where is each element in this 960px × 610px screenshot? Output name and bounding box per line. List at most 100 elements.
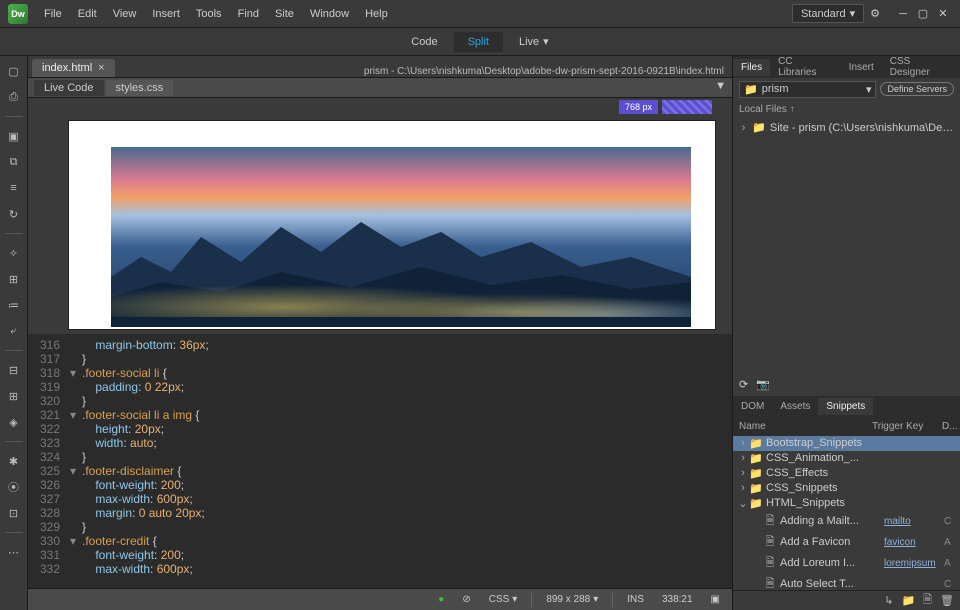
- indent-icon[interactable]: ≡: [5, 179, 23, 197]
- snippet-file[interactable]: 🗎Add Loreum I...loremipsumA: [733, 553, 960, 574]
- menu-window[interactable]: Window: [302, 4, 357, 24]
- code-line[interactable]: 319 padding: 0 22px;: [28, 380, 732, 394]
- site-root-label: Site - prism (C:\Users\nishkuma\Desktop\…: [770, 122, 954, 134]
- panel-tab-css-designer[interactable]: CSS Designer: [882, 53, 960, 81]
- breakpoint-ruler[interactable]: 768 px: [28, 98, 732, 116]
- navigate-icon[interactable]: ◈: [5, 413, 23, 431]
- code-line[interactable]: 328 margin: 0 auto 20px;: [28, 506, 732, 520]
- panel-tab-files[interactable]: Files: [733, 59, 770, 76]
- collapse-icon[interactable]: ⊟: [5, 361, 23, 379]
- site-dropdown[interactable]: 📁 prism ▾: [739, 81, 876, 98]
- code-line[interactable]: 331 font-weight: 200;: [28, 548, 732, 562]
- site-root-row[interactable]: › 📁 Site - prism (C:\Users\nishkuma\Desk…: [739, 120, 954, 135]
- code-line[interactable]: 329}: [28, 520, 732, 534]
- inspect-icon[interactable]: ⊡: [5, 504, 23, 522]
- comment-icon[interactable]: ≔: [5, 296, 23, 314]
- snippet-file[interactable]: 🗎Adding a Mailt...mailtoC: [733, 511, 960, 532]
- new-snippet-icon[interactable]: 🗎: [923, 591, 932, 610]
- lint-icon[interactable]: ✱: [5, 452, 23, 470]
- delete-icon[interactable]: 🗑: [940, 594, 954, 607]
- document-tab[interactable]: index.html ×: [32, 59, 115, 77]
- menu-file[interactable]: File: [36, 4, 70, 24]
- status-insert-mode[interactable]: INS: [623, 594, 648, 605]
- minimize-button[interactable]: ─: [894, 7, 912, 21]
- code-line[interactable]: 326 font-weight: 200;: [28, 478, 732, 492]
- snippet-folder[interactable]: ›📁CSS_Effects: [733, 466, 960, 481]
- snippet-folder[interactable]: ›📁Bootstrap_Snippets: [733, 436, 960, 451]
- document-path: prism - C:\Users\nishkuma\Desktop\adobe-…: [364, 66, 732, 77]
- subtab-styles[interactable]: styles.css: [106, 80, 174, 96]
- code-line[interactable]: 330▾.footer-credit {: [28, 534, 732, 548]
- status-dimensions[interactable]: 899 x 288 ▾: [542, 594, 602, 605]
- panel-tab-cc-libraries[interactable]: CC Libraries: [770, 53, 841, 81]
- insert-icon[interactable]: ↳: [884, 594, 893, 607]
- panel-tab-insert[interactable]: Insert: [841, 59, 882, 76]
- code-line[interactable]: 325▾.footer-disclaimer {: [28, 464, 732, 478]
- new-folder-icon[interactable]: 📁: [901, 594, 915, 607]
- files-header-local[interactable]: Local Files ↑: [733, 100, 960, 118]
- define-servers-button[interactable]: Define Servers: [880, 82, 954, 96]
- snippets-tree[interactable]: ›📁Bootstrap_Snippets›📁CSS_Animation_...›…: [733, 436, 960, 591]
- close-button[interactable]: ✕: [934, 7, 952, 21]
- wrap-icon[interactable]: ⤶: [5, 322, 23, 340]
- files-tree[interactable]: › 📁 Site - prism (C:\Users\nishkuma\Desk…: [733, 118, 960, 137]
- col-d[interactable]: D...: [942, 421, 954, 432]
- code-line[interactable]: 327 max-width: 600px;: [28, 492, 732, 506]
- camera-icon[interactable]: 📷: [756, 378, 770, 391]
- code-line[interactable]: 320}: [28, 394, 732, 408]
- code-line[interactable]: 316 margin-bottom: 36px;: [28, 338, 732, 352]
- select-parent-icon[interactable]: ✧: [5, 244, 23, 262]
- refresh-icon[interactable]: ⟳: [739, 378, 748, 391]
- refresh-icon[interactable]: ↻: [5, 205, 23, 223]
- panel-tab-snippets[interactable]: Snippets: [818, 398, 873, 415]
- snippet-file[interactable]: 🗎Add a FaviconfaviconA: [733, 532, 960, 553]
- status-error-icon[interactable]: ⊘: [458, 594, 474, 605]
- code-icon[interactable]: ⧉: [5, 153, 23, 171]
- view-code[interactable]: Code: [397, 32, 451, 52]
- code-line[interactable]: 321▾.footer-social li a img {: [28, 408, 732, 422]
- menu-view[interactable]: View: [105, 4, 145, 24]
- panel-tab-assets[interactable]: Assets: [772, 398, 818, 415]
- filter-icon[interactable]: ▼: [715, 80, 726, 92]
- status-device-icon[interactable]: ▣: [707, 594, 724, 605]
- menu-find[interactable]: Find: [230, 4, 267, 24]
- live-preview[interactable]: [68, 120, 716, 330]
- expand-icon[interactable]: ⊞: [5, 387, 23, 405]
- breakpoint-marker[interactable]: 768 px: [619, 100, 658, 114]
- menu-insert[interactable]: Insert: [144, 4, 188, 24]
- snippet-folder[interactable]: ›📁CSS_Snippets: [733, 481, 960, 496]
- selection-icon[interactable]: ▣: [5, 127, 23, 145]
- status-ok-icon[interactable]: ●: [434, 594, 448, 605]
- workspace-switcher[interactable]: Standard ▾: [792, 4, 864, 23]
- code-line[interactable]: 323 width: auto;: [28, 436, 732, 450]
- menu-tools[interactable]: Tools: [188, 4, 230, 24]
- code-editor[interactable]: 316 margin-bottom: 36px;317}318▾.footer-…: [28, 334, 732, 588]
- view-split[interactable]: Split: [454, 32, 503, 52]
- more-icon[interactable]: ⋯: [5, 543, 23, 561]
- manage-icon[interactable]: ⎙: [5, 88, 23, 106]
- close-icon[interactable]: ×: [98, 62, 104, 74]
- chevron-down-icon: ▾: [866, 83, 872, 96]
- snippet-file[interactable]: 🗎Auto Select T...C: [733, 574, 960, 591]
- sync-settings-icon[interactable]: ⚙: [870, 7, 880, 20]
- code-line[interactable]: 322 height: 20px;: [28, 422, 732, 436]
- code-line[interactable]: 318▾.footer-social li {: [28, 366, 732, 380]
- code-line[interactable]: 317}: [28, 352, 732, 366]
- menu-site[interactable]: Site: [267, 4, 302, 24]
- format-icon[interactable]: ⊞: [5, 270, 23, 288]
- menu-help[interactable]: Help: [357, 4, 396, 24]
- snippet-folder[interactable]: ›📁CSS_Animation_...: [733, 451, 960, 466]
- preview-icon[interactable]: ⦿: [5, 478, 23, 496]
- maximize-button[interactable]: ▢: [914, 7, 932, 21]
- col-trigger[interactable]: Trigger Key: [872, 421, 942, 432]
- snippet-folder[interactable]: ⌄📁HTML_Snippets: [733, 496, 960, 511]
- file-icon[interactable]: ▢: [5, 62, 23, 80]
- status-lang[interactable]: CSS ▾: [485, 594, 522, 605]
- panel-tab-dom[interactable]: DOM: [733, 398, 772, 415]
- subtab-livecode[interactable]: Live Code: [34, 80, 104, 96]
- code-line[interactable]: 332 max-width: 600px;: [28, 562, 732, 576]
- menu-edit[interactable]: Edit: [70, 4, 105, 24]
- code-line[interactable]: 324}: [28, 450, 732, 464]
- col-name[interactable]: Name: [739, 421, 872, 432]
- view-live[interactable]: Live▾: [505, 31, 563, 52]
